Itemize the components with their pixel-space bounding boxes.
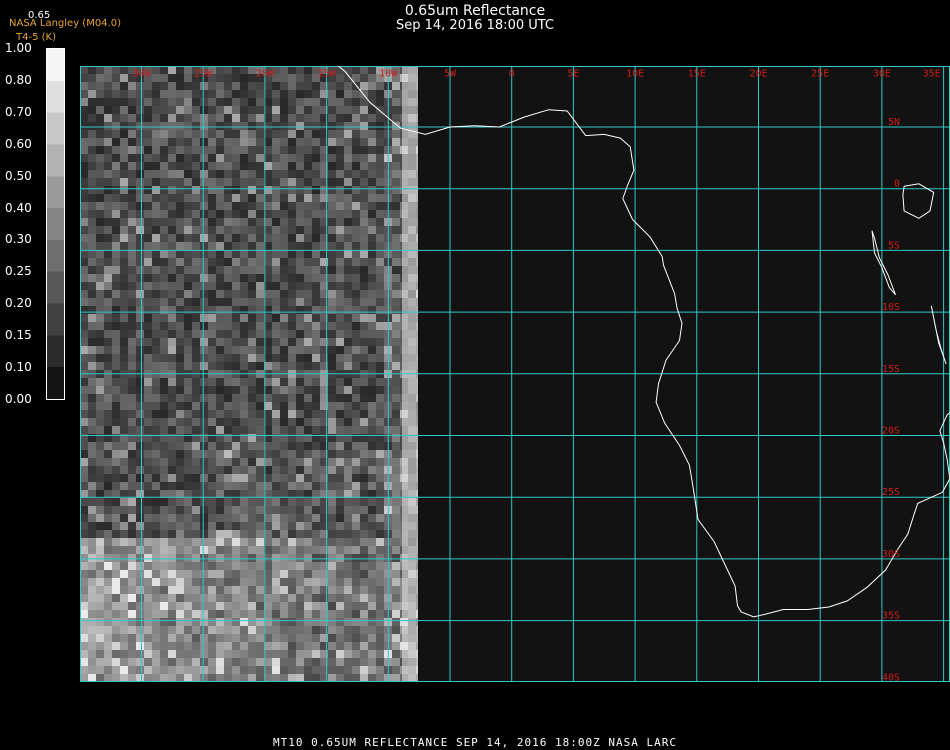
- longitude-label: 15W: [318, 68, 337, 79]
- org-label: NASA Langley (M04.0): [9, 18, 121, 29]
- latitude-label: 30S: [882, 549, 900, 560]
- colorbar-tick-label: 0.50: [5, 168, 32, 183]
- latitude-label: 15S: [882, 364, 900, 375]
- colorbar-tick-label: 0.70: [5, 104, 32, 119]
- colorbar-tick-label: 0.10: [5, 360, 32, 374]
- longitude-label: 30E: [873, 68, 891, 79]
- longitude-label: 25E: [811, 68, 829, 79]
- latitude-label: 10S: [882, 302, 900, 313]
- longitude-label: 35E: [923, 68, 941, 79]
- colorbar-tick-label: 1.00: [5, 41, 32, 55]
- satellite-map: 30W 25W 20W 15W 10W 5W 0 5E 10E 15E 20E 25E 30E 35E 5N…: [80, 66, 950, 682]
- latitude-label: 40S: [882, 672, 900, 682]
- latitude-label: 35S: [882, 611, 900, 622]
- longitude-label: 5E: [567, 68, 579, 79]
- colorbar-tick-label: 0.80: [5, 72, 32, 87]
- longitude-label: 20W: [256, 68, 275, 79]
- longitude-label: 10W: [379, 68, 398, 79]
- longitude-label: 15E: [688, 68, 706, 79]
- longitude-label: 0: [509, 68, 515, 79]
- latitude-label: 20S: [882, 426, 900, 437]
- latitude-label: 5S: [888, 240, 900, 251]
- colorbar-tick-label: 0.25: [5, 264, 32, 279]
- longitude-label: 20E: [749, 68, 767, 79]
- colorbar-tick-label: 0.60: [5, 136, 32, 151]
- latitude-label: 5N: [888, 117, 900, 128]
- africa-coastline: [474, 109, 950, 618]
- map-overlay: 30W 25W 20W 15W 10W 5W 0 5E 10E 15E 20E 25E 30E 35E 5N…: [80, 66, 950, 682]
- scale-header: 0.65: [28, 10, 51, 21]
- colorbar-tick-label: 0.00: [5, 391, 32, 406]
- colorbar: [46, 48, 65, 400]
- longitude-label: 30W: [132, 68, 151, 79]
- map-title: 0.65um Reflectance: [404, 3, 546, 19]
- longitude-label: 10E: [626, 68, 644, 79]
- colorbar-tick-label: 0.30: [5, 232, 32, 247]
- colorbar-tick-label: 0.40: [5, 200, 32, 215]
- map-datetime: Sep 14, 2016 18:00 UTC: [395, 18, 555, 33]
- longitude-label: 25W: [194, 68, 213, 79]
- latitude-label: 25S: [882, 487, 900, 498]
- footer-caption: MT10 0.65UM REFLECTANCE SEP 14, 2016 18:…: [273, 736, 677, 749]
- longitude-label: 5W: [444, 68, 457, 79]
- latitude-label: 0: [894, 179, 900, 190]
- colorbar-tick-label: 0.15: [5, 328, 32, 343]
- colorbar-tick-label: 0.20: [5, 296, 32, 311]
